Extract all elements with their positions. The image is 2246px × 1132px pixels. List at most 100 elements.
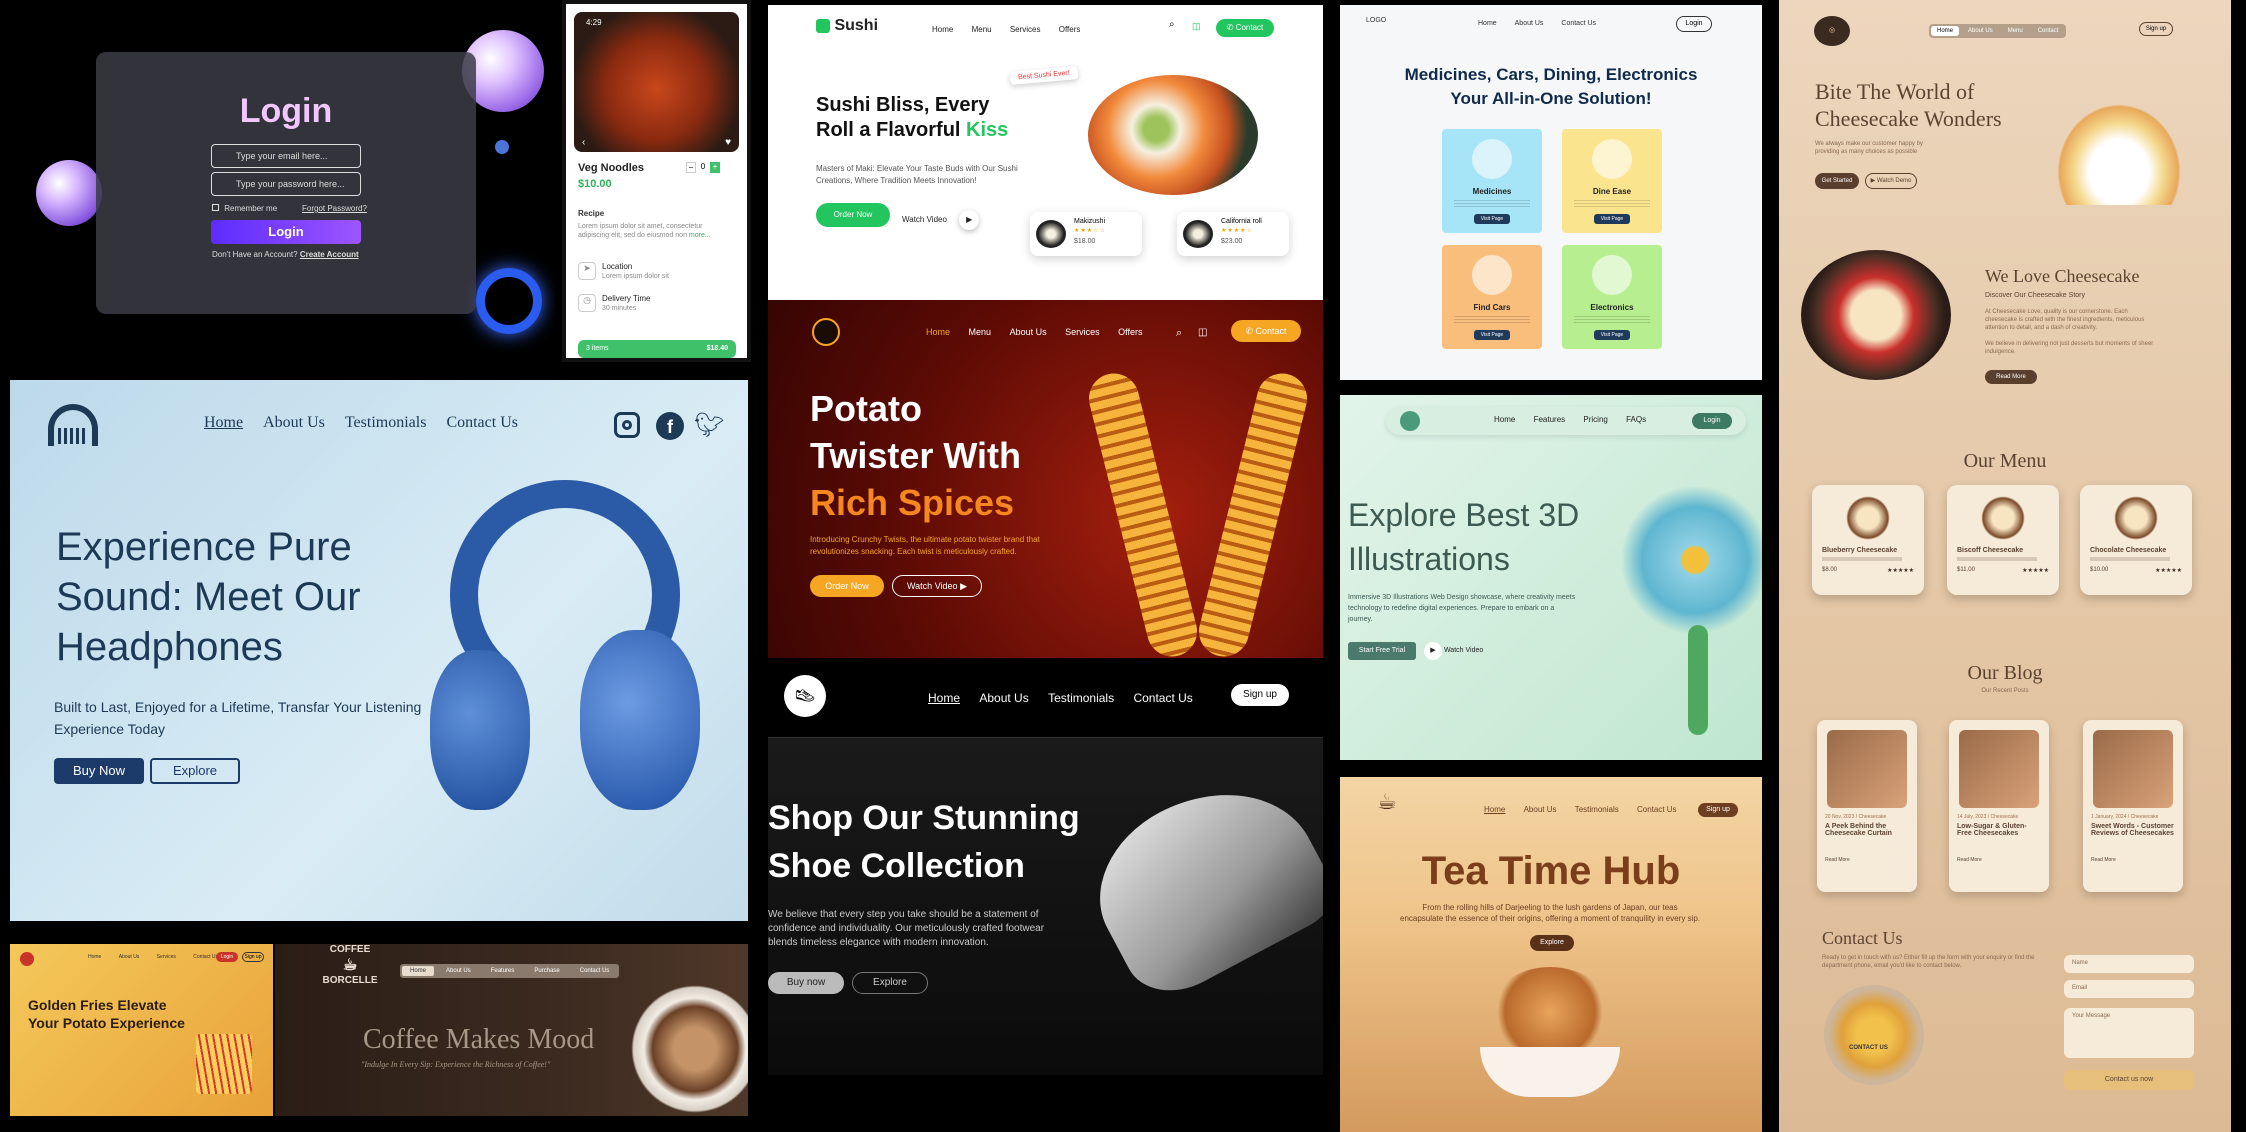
med-nav-about[interactable]: About Us — [1515, 20, 1544, 27]
cc-get-started-button[interactable]: Get Started — [1815, 173, 1859, 189]
cc-nav-contact[interactable]: Contact — [2032, 26, 2065, 36]
cc-nav-menu[interactable]: Menu — [2002, 26, 2029, 36]
pt-contact-button[interactable]: ✆ Contact — [1231, 320, 1301, 342]
search-icon[interactable]: ⌕ — [1169, 19, 1175, 30]
pt-nav-offers[interactable]: Offers — [1118, 327, 1142, 337]
menu-card[interactable]: Chocolate Cheesecake $10.00 ★★★★★ — [2080, 485, 2192, 595]
heart-icon[interactable]: ♥ — [725, 137, 731, 148]
sushi-contact-button[interactable]: ✆ Contact — [1216, 19, 1274, 37]
blog-card[interactable]: 20 Nov, 2023 / Cheesecake A Peek Behind … — [1817, 720, 1917, 892]
sushi-watch-link[interactable]: Watch Video ▶ — [902, 210, 980, 230]
sushi-item-card[interactable]: California roll ★★★★☆ $23.00 — [1177, 212, 1289, 256]
hp-explore-button[interactable]: Explore — [150, 758, 240, 784]
illus-watch-link[interactable]: ▶ Watch Video — [1424, 642, 1483, 660]
fries-nav-about[interactable]: About Us — [119, 954, 140, 960]
coffee-logo[interactable]: COFFEE ☕︎ BORCELLE — [315, 944, 385, 994]
minus-icon[interactable]: − — [686, 162, 696, 173]
pt-order-button[interactable]: Order Now — [810, 575, 884, 597]
pt-nav-home[interactable]: Home — [926, 327, 950, 337]
search-icon[interactable]: ⌕ — [1176, 327, 1182, 340]
shoe-signup-button[interactable]: Sign up — [1231, 684, 1289, 706]
cc-read-more-button[interactable]: Read More — [1985, 370, 2037, 384]
med-login-button[interactable]: Login — [1676, 16, 1712, 32]
menu-card[interactable]: Biscoff Cheesecake $11.00 ★★★★★ — [1947, 485, 2059, 595]
illus-nav-home[interactable]: Home — [1494, 415, 1515, 424]
tea-nav-about[interactable]: About Us — [1524, 805, 1557, 814]
cart-icon[interactable]: ◫ — [1192, 21, 1201, 32]
generic-logo[interactable]: LOGO — [1366, 17, 1386, 24]
shoe-buy-button[interactable]: Buy now — [768, 972, 844, 994]
tea-signup-button[interactable]: Sign up — [1698, 803, 1738, 817]
service-card[interactable]: Electronics Visit Page — [1562, 245, 1662, 349]
coffee-nav-purchase[interactable]: Purchase — [526, 966, 567, 976]
cc-watch-demo-button[interactable]: ▶ Watch Demo — [1865, 173, 1917, 189]
illus-nav-faqs[interactable]: FAQs — [1626, 415, 1646, 424]
prev-arrow-icon[interactable]: ‹ — [582, 137, 585, 148]
sushi-nav-menu[interactable]: Menu — [972, 25, 992, 34]
blog-read-more-link[interactable]: Read More — [1957, 857, 2049, 863]
headphones-logo-icon[interactable] — [48, 404, 98, 446]
coffee-nav-home[interactable]: Home — [402, 966, 435, 976]
illus-nav-pricing[interactable]: Pricing — [1583, 415, 1607, 424]
potato-logo[interactable] — [812, 318, 840, 346]
visit-page-button[interactable]: Visit Page — [1474, 330, 1510, 340]
blog-read-more-link[interactable]: Read More — [1825, 857, 1917, 863]
more-link[interactable]: more... — [689, 232, 711, 239]
fries-nav-home[interactable]: Home — [88, 954, 101, 960]
cc-signup-button[interactable]: Sign up — [2139, 22, 2173, 36]
fries-signup-button[interactable]: Sign up — [242, 952, 264, 962]
quantity-stepper[interactable]: − 0 + — [686, 162, 720, 173]
cc-email-input[interactable]: Email — [2064, 980, 2194, 998]
tea-nav-contact[interactable]: Contact Us — [1637, 805, 1677, 814]
fries-nav-contact[interactable]: Contact Us — [193, 954, 218, 960]
forgot-password-link[interactable]: Forgot Password? — [302, 204, 367, 213]
illus-nav-features[interactable]: Features — [1534, 415, 1566, 424]
med-nav-contact[interactable]: Contact Us — [1561, 20, 1596, 27]
sushi-nav-home[interactable]: Home — [932, 25, 953, 34]
shoe-nav-contact[interactable]: Contact Us — [1133, 691, 1192, 705]
service-card[interactable]: Find Cars Visit Page — [1442, 245, 1542, 349]
cc-nav-home[interactable]: Home — [1931, 26, 1960, 36]
sushi-item-card[interactable]: Makizushi ★★★☆☆ $18.00 — [1030, 212, 1142, 256]
fries-nav-services[interactable]: Services — [157, 954, 176, 960]
password-input[interactable]: Type your password here... — [211, 172, 361, 196]
fries-login-button[interactable]: Login — [216, 952, 238, 962]
tea-explore-button[interactable]: Explore — [1530, 935, 1574, 951]
cc-contact-button[interactable]: Contact us now — [2064, 1070, 2194, 1090]
cc-message-input[interactable]: Your Message — [2064, 1008, 2194, 1058]
plus-icon[interactable]: + — [710, 162, 720, 173]
visit-page-button[interactable]: Visit Page — [1594, 330, 1630, 340]
tea-nav-home[interactable]: Home — [1484, 805, 1505, 814]
pt-nav-about[interactable]: About Us — [1010, 327, 1047, 337]
hp-nav-home[interactable]: Home — [204, 414, 243, 431]
sushi-nav-services[interactable]: Services — [1010, 25, 1041, 34]
illus-login-button[interactable]: Login — [1692, 413, 1732, 429]
sushi-logo[interactable]: Sushi — [816, 17, 878, 35]
blog-read-more-link[interactable]: Read More — [2091, 857, 2183, 863]
facebook-icon[interactable]: f — [656, 412, 684, 440]
tea-nav-testimonials[interactable]: Testimonials — [1575, 805, 1619, 814]
shoe-nav-testimonials[interactable]: Testimonials — [1048, 691, 1114, 705]
shoe-explore-button[interactable]: Explore — [852, 972, 928, 994]
visit-page-button[interactable]: Visit Page — [1474, 214, 1510, 224]
cc-name-input[interactable]: Name — [2064, 955, 2194, 973]
blog-card[interactable]: 1 January, 2024 / Cheesecake Sweet Words… — [2083, 720, 2183, 892]
cc-nav-about[interactable]: About Us — [1962, 26, 1999, 36]
shoe-nav-about[interactable]: About Us — [979, 691, 1028, 705]
pt-nav-menu[interactable]: Menu — [969, 327, 992, 337]
cart-bar[interactable]: 3 items $18.40 — [578, 340, 736, 358]
shoe-nav-home[interactable]: Home — [928, 691, 960, 705]
hp-nav-contact[interactable]: Contact Us — [446, 414, 518, 431]
coffee-nav-about[interactable]: About Us — [438, 966, 479, 976]
fries-logo[interactable] — [20, 952, 34, 966]
illus-trial-button[interactable]: Start Free Trial — [1348, 642, 1416, 660]
service-card[interactable]: Dine Ease Visit Page — [1562, 129, 1662, 233]
coffee-nav-features[interactable]: Features — [483, 966, 523, 976]
email-input[interactable]: Type your email here... — [211, 144, 361, 168]
pt-nav-services[interactable]: Services — [1065, 327, 1100, 337]
hp-buy-button[interactable]: Buy Now — [54, 758, 144, 784]
blog-card[interactable]: 14 July, 2023 / Cheesecake Low-Sugar & G… — [1949, 720, 2049, 892]
cheesecake-logo[interactable]: ◎ — [1814, 16, 1850, 46]
instagram-icon[interactable] — [614, 412, 640, 438]
coffee-nav-contact[interactable]: Contact Us — [572, 966, 618, 976]
